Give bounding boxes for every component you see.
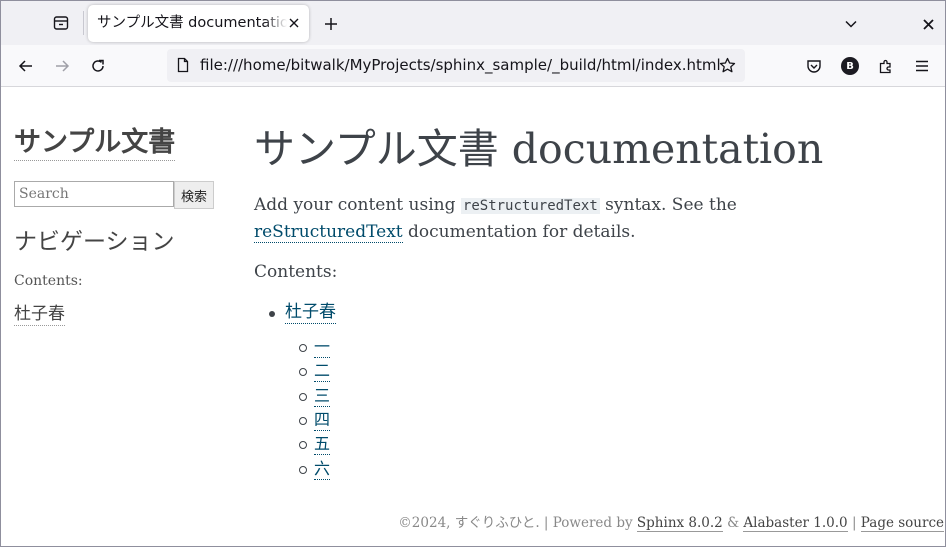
star-icon (719, 57, 735, 72)
intro-prefix: Add your content using (254, 195, 456, 215)
intro-paragraph: Add your content using reStructuredText … (254, 192, 854, 245)
puzzle-icon (879, 59, 891, 74)
account-avatar: B (841, 57, 859, 75)
firefox-view-icon (53, 16, 69, 30)
tab-strip: サンプル文書 documentation (1, 1, 945, 45)
back-button[interactable] (10, 50, 42, 82)
restructuredtext-link[interactable]: reStructuredText (254, 222, 403, 243)
page-icon (177, 57, 189, 73)
close-icon (922, 18, 934, 30)
footer-ampersand: & (727, 515, 740, 531)
search-form: 検索 (14, 181, 214, 209)
bullet-icon (269, 311, 275, 317)
intro-suffix: documentation for details. (408, 222, 636, 242)
alabaster-link[interactable]: Alabaster 1.0.0 (743, 515, 848, 532)
toc-sub-link-5[interactable]: 五 (314, 434, 331, 455)
window-close-button[interactable] (912, 8, 944, 40)
circle-bullet-icon (299, 441, 307, 449)
toc-link-toshishun[interactable]: 杜子春 (285, 301, 336, 324)
chevron-down-icon (845, 20, 857, 28)
list-all-tabs-button[interactable] (835, 8, 867, 40)
toc-sub-link-1[interactable]: 一 (314, 337, 331, 358)
intro-middle: syntax. See the (605, 195, 737, 215)
arrow-left-icon (18, 60, 32, 72)
arrow-right-icon (56, 60, 70, 72)
intro-code: reStructuredText (460, 198, 600, 214)
account-button[interactable]: B (834, 50, 866, 82)
plus-icon (325, 18, 337, 30)
sidebar-link-toshishun[interactable]: 杜子春 (14, 303, 65, 326)
contents-label: Contents: (254, 262, 338, 282)
tab-close-icon[interactable] (285, 14, 303, 32)
search-button[interactable]: 検索 (174, 181, 214, 209)
circle-bullet-icon (299, 466, 307, 474)
circle-bullet-icon (299, 368, 307, 376)
footer-powered-by: Powered by (552, 515, 633, 531)
hamburger-menu-icon (916, 60, 928, 72)
url-text[interactable]: file:///home/bitwalk/MyProjects/sphinx_s… (200, 49, 721, 82)
circle-bullet-icon (299, 417, 307, 425)
toc-sub-link-3[interactable]: 三 (314, 386, 331, 407)
toc-sub-link-4[interactable]: 四 (314, 410, 331, 431)
circle-bullet-icon (299, 393, 307, 401)
reload-button[interactable] (82, 50, 114, 82)
page-source-link[interactable]: Page source (860, 515, 944, 532)
navigation-heading: ナビゲーション (14, 229, 175, 255)
new-tab-button[interactable] (315, 8, 347, 40)
footer-copyright: ©2024, すぐりふひと. (398, 515, 540, 531)
address-bar[interactable]: file:///home/bitwalk/MyProjects/sphinx_s… (167, 49, 745, 82)
sidebar-logo-title[interactable]: サンプル文書 (14, 126, 176, 161)
pocket-icon (807, 60, 821, 73)
tab-title: サンプル文書 documentation (97, 15, 287, 31)
tab-separator (83, 11, 84, 35)
search-input[interactable] (14, 181, 174, 207)
toc-sub-link-6[interactable]: 六 (314, 459, 331, 480)
page-content: サンプル文書 検索 ナビゲーション Contents: 杜子春 サンプル文書 d… (1, 87, 945, 547)
pocket-button[interactable] (798, 50, 830, 82)
forward-button[interactable] (46, 50, 78, 82)
app-menu-button[interactable] (906, 50, 938, 82)
page-title: サンプル文書 documentation (254, 125, 824, 173)
sphinx-link[interactable]: Sphinx 8.0.2 (636, 515, 723, 532)
navigation-toolbar: file:///home/bitwalk/MyProjects/sphinx_s… (1, 45, 945, 87)
extensions-button[interactable] (870, 50, 902, 82)
sidebar-contents-caption: Contents: (14, 273, 83, 289)
toc-sub-link-2[interactable]: 二 (314, 361, 331, 382)
firefox-view-button[interactable] (45, 7, 77, 39)
reload-icon (92, 59, 104, 72)
bookmark-star-button[interactable] (715, 53, 739, 77)
footer: ©2024, すぐりふひと. | Powered by Sphinx 8.0.2… (398, 515, 944, 532)
active-tab[interactable]: サンプル文書 documentation (88, 5, 309, 42)
circle-bullet-icon (299, 344, 307, 352)
